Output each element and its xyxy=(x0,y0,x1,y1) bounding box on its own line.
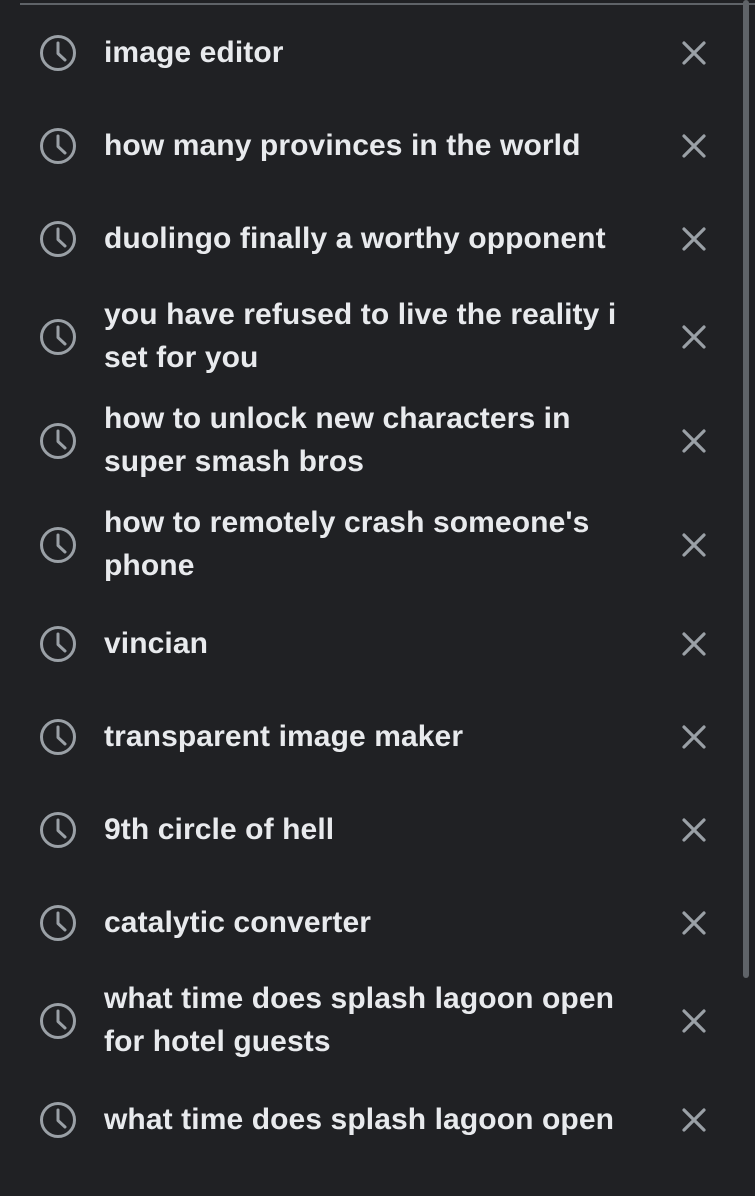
history-item[interactable]: what time does splash lagoon open for ho… xyxy=(0,969,740,1073)
history-item[interactable]: how to remotely crash someone's phone xyxy=(0,493,740,597)
history-item-label: vincian xyxy=(104,626,209,660)
history-item-label: catalytic converter xyxy=(104,905,372,939)
clock-icon xyxy=(40,527,76,563)
history-item[interactable]: image editor xyxy=(0,6,740,99)
clock-icon xyxy=(40,811,76,848)
history-item[interactable]: catalytic converter xyxy=(0,876,740,969)
history-item-label: duolingo finally a worthy opponent xyxy=(104,221,606,255)
divider xyxy=(20,3,755,5)
history-item[interactable]: how to unlock new characters in super sm… xyxy=(0,389,740,493)
history-item[interactable]: what time does splash lagoon open xyxy=(0,1073,740,1166)
clock-icon xyxy=(40,1101,76,1138)
close-icon[interactable] xyxy=(680,39,708,67)
clock-icon xyxy=(40,904,76,941)
history-item[interactable]: duolingo finally a worthy opponent xyxy=(0,192,740,285)
history-item-label: how many provinces in the world xyxy=(104,128,581,162)
history-item-label: what time does splash lagoon open xyxy=(104,1102,615,1136)
close-icon[interactable] xyxy=(680,816,708,844)
close-icon[interactable] xyxy=(680,630,708,658)
clock-icon xyxy=(40,1003,76,1039)
close-icon[interactable] xyxy=(680,225,708,253)
history-item-label: you have refused to live the reality i s… xyxy=(104,298,617,374)
close-icon[interactable] xyxy=(680,723,708,751)
clock-icon xyxy=(40,127,76,164)
clock-icon xyxy=(40,220,76,257)
history-item[interactable]: how many provinces in the world xyxy=(0,99,740,192)
clock-icon xyxy=(40,423,76,459)
close-icon[interactable] xyxy=(680,909,708,937)
search-history-list: image editor how many provinces in the w… xyxy=(0,6,740,1166)
clock-icon xyxy=(40,319,76,355)
history-item[interactable]: vincian xyxy=(0,597,740,690)
history-item[interactable]: 9th circle of hell xyxy=(0,783,740,876)
clock-icon xyxy=(40,625,76,662)
history-item-label: how to unlock new characters in super sm… xyxy=(104,402,571,478)
close-icon[interactable] xyxy=(680,1007,708,1035)
clock-icon xyxy=(40,34,76,71)
history-item-label: transparent image maker xyxy=(104,719,464,753)
close-icon[interactable] xyxy=(680,1106,708,1134)
close-icon[interactable] xyxy=(680,427,708,455)
history-item-label: what time does splash lagoon open for ho… xyxy=(104,982,615,1058)
history-item-label: image editor xyxy=(104,35,284,69)
history-item-label: how to remotely crash someone's phone xyxy=(104,506,590,582)
clock-icon xyxy=(40,718,76,755)
history-item[interactable]: you have refused to live the reality i s… xyxy=(0,285,740,389)
history-item-label: 9th circle of hell xyxy=(104,812,335,846)
scrollbar[interactable] xyxy=(743,0,749,978)
close-icon[interactable] xyxy=(680,323,708,351)
close-icon[interactable] xyxy=(680,531,708,559)
history-item[interactable]: transparent image maker xyxy=(0,690,740,783)
close-icon[interactable] xyxy=(680,132,708,160)
